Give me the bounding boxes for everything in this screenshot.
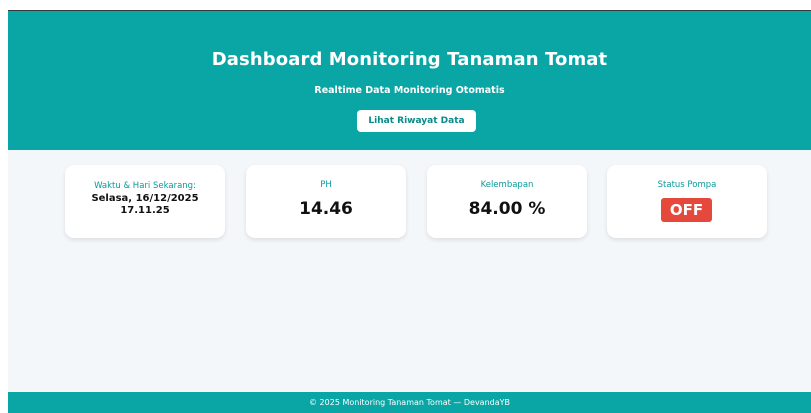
dashboard-page: Dashboard Monitoring Tanaman Tomat Realt… (0, 0, 811, 413)
ph-card: PH 14.46 (246, 165, 406, 238)
current-date: Selasa, 16/12/2025 (91, 193, 199, 204)
pump-status-card: Status Pompa OFF (607, 165, 767, 238)
dashboard-content: Waktu & Hari Sekarang: Selasa, 16/12/202… (8, 150, 811, 392)
humidity-card-label: Kelembapan (480, 180, 534, 190)
pump-status-badge: OFF (661, 198, 712, 222)
humidity-value: 84.00 % (468, 199, 546, 219)
page-title: Dashboard Monitoring Tanaman Tomat (211, 49, 608, 70)
pump-status-label: Status Pompa (657, 180, 717, 190)
view-history-button[interactable]: Lihat Riwayat Data (357, 110, 476, 132)
page-subtitle: Realtime Data Monitoring Otomatis (314, 85, 505, 96)
ph-card-label: PH (320, 180, 332, 190)
time-card-label: Waktu & Hari Sekarang: (94, 181, 196, 191)
humidity-card: Kelembapan 84.00 % (427, 165, 587, 238)
page-footer: © 2025 Monitoring Tanaman Tomat — Devand… (8, 392, 811, 413)
current-time: 17.11.25 (120, 205, 170, 216)
ph-value: 14.46 (299, 199, 353, 219)
page-header: Dashboard Monitoring Tanaman Tomat Realt… (8, 11, 811, 150)
time-card: Waktu & Hari Sekarang: Selasa, 16/12/202… (65, 165, 225, 238)
